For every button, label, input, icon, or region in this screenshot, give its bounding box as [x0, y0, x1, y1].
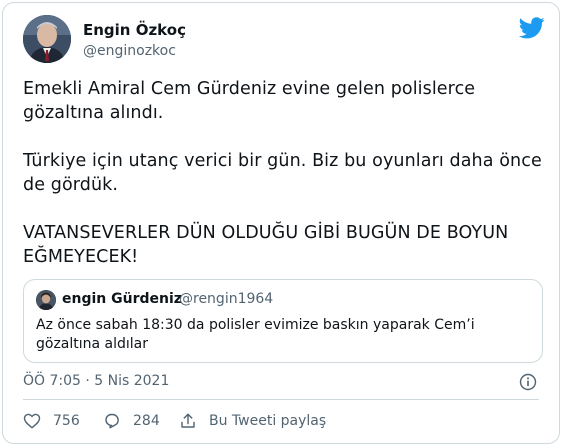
heart-icon: [23, 413, 41, 429]
quoted-author-name: engin Gürdeniz: [62, 291, 182, 307]
tweet-text: Emekli Amiral Cem Gürdeniz evine gelen p…: [23, 77, 543, 269]
share-button[interactable]: Bu Tweeti paylaş: [179, 409, 326, 433]
author-handle[interactable]: @enginozkoc: [83, 43, 176, 59]
like-count: 756: [53, 413, 80, 429]
tweet-paragraph: Emekli Amiral Cem Gürdeniz evine gelen p…: [23, 79, 476, 123]
tweet-actions: 756 284 Bu Tweeti paylaş: [23, 409, 543, 433]
quoted-author-avatar: [36, 290, 56, 310]
reply-count: 284: [133, 413, 160, 429]
quoted-author-handle: @rengin1964: [179, 291, 274, 307]
quoted-tweet[interactable]: engin Gürdeniz @rengin1964 Az önce sabah…: [23, 279, 543, 363]
info-icon[interactable]: [519, 373, 537, 391]
like-button[interactable]: 756: [23, 409, 80, 433]
tweet-paragraph: VATANSEVERLER DÜN OLDUĞU GİBİ BUGÜN DE B…: [23, 223, 509, 267]
twitter-bird-icon[interactable]: [518, 17, 545, 39]
divider: [23, 399, 539, 400]
tweet-card: Engin Özkoç @enginozkoc Emekli Amiral Ce…: [2, 2, 560, 444]
reply-icon: [105, 413, 119, 429]
author-avatar[interactable]: [23, 15, 71, 63]
reply-button[interactable]: 284: [103, 409, 160, 433]
share-icon: [181, 413, 195, 428]
tweet-timestamp[interactable]: ÖÖ 7:05 · 5 Nis 2021: [23, 373, 169, 389]
share-label: Bu Tweeti paylaş: [209, 413, 327, 429]
author-name[interactable]: Engin Özkoç: [83, 21, 186, 39]
tweet-paragraph: Türkiye için utanç verici bir gün. Biz b…: [23, 151, 542, 195]
quoted-tweet-text: Az önce sabah 18:30 da polisler evimize …: [36, 317, 475, 352]
